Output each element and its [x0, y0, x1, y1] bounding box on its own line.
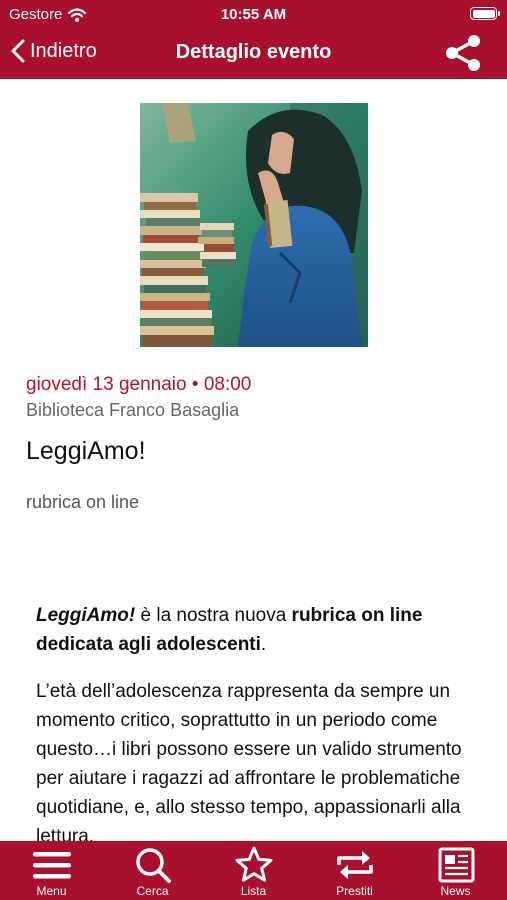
app-header: Gestore 10:55 AM Indietro Dettaglio even… [0, 0, 507, 79]
event-date-time: giovedì 13 gennaio • 08:00 [26, 374, 251, 396]
newspaper-icon [438, 847, 475, 883]
star-icon [235, 846, 273, 882]
description-emphasis: LeggiAmo! [36, 605, 136, 626]
page-title: Dettaglio evento [175, 41, 332, 63]
event-time: 08:00 [203, 374, 252, 395]
search-icon [136, 848, 171, 883]
tab-label-cerca: Cerca [136, 884, 169, 898]
event-description: LeggiAmo! è la nostra nuova rubrica on l… [36, 601, 476, 841]
tab-menu[interactable]: Menu [1, 841, 102, 900]
event-title: LeggiAmo! [26, 437, 146, 465]
date-separator: • [191, 374, 199, 395]
tab-label-news: News [440, 884, 471, 898]
event-subtitle: rubrica on line [26, 492, 140, 512]
event-venue: Biblioteca Franco Basaglia [26, 400, 240, 420]
repeat-icon [337, 851, 373, 879]
event-date: giovedì 13 gennaio [26, 374, 187, 395]
tab-label-lista: Lista [240, 884, 267, 898]
event-image [140, 103, 368, 347]
description-intro: LeggiAmo! è la nostra nuova rubrica on l… [36, 601, 476, 659]
tab-news[interactable]: News [405, 841, 506, 900]
status-bar: Gestore 10:55 AM [0, 0, 507, 28]
navigation-bar: Indietro Dettaglio evento [0, 30, 507, 76]
tab-bar: Menu Cerca Lista Prestiti News [0, 841, 507, 900]
description-text-end: . [260, 634, 267, 655]
description-text: è la nostra nuova [135, 605, 292, 626]
share-icon[interactable] [443, 35, 483, 71]
battery-icon [470, 7, 500, 20]
status-time: 10:55 AM [220, 6, 287, 23]
tab-label-prestiti: Prestiti [336, 884, 373, 898]
event-detail-content[interactable]: giovedì 13 gennaio • 08:00 Biblioteca Fr… [0, 79, 507, 841]
tab-lista[interactable]: Lista [203, 841, 304, 900]
tab-prestiti[interactable]: Prestiti [304, 841, 405, 900]
tab-cerca[interactable]: Cerca [102, 841, 203, 900]
menu-icon [33, 852, 71, 879]
description-body: L’età dell’adolescenza rappresenta da se… [36, 681, 462, 841]
tab-label-menu: Menu [36, 884, 67, 898]
